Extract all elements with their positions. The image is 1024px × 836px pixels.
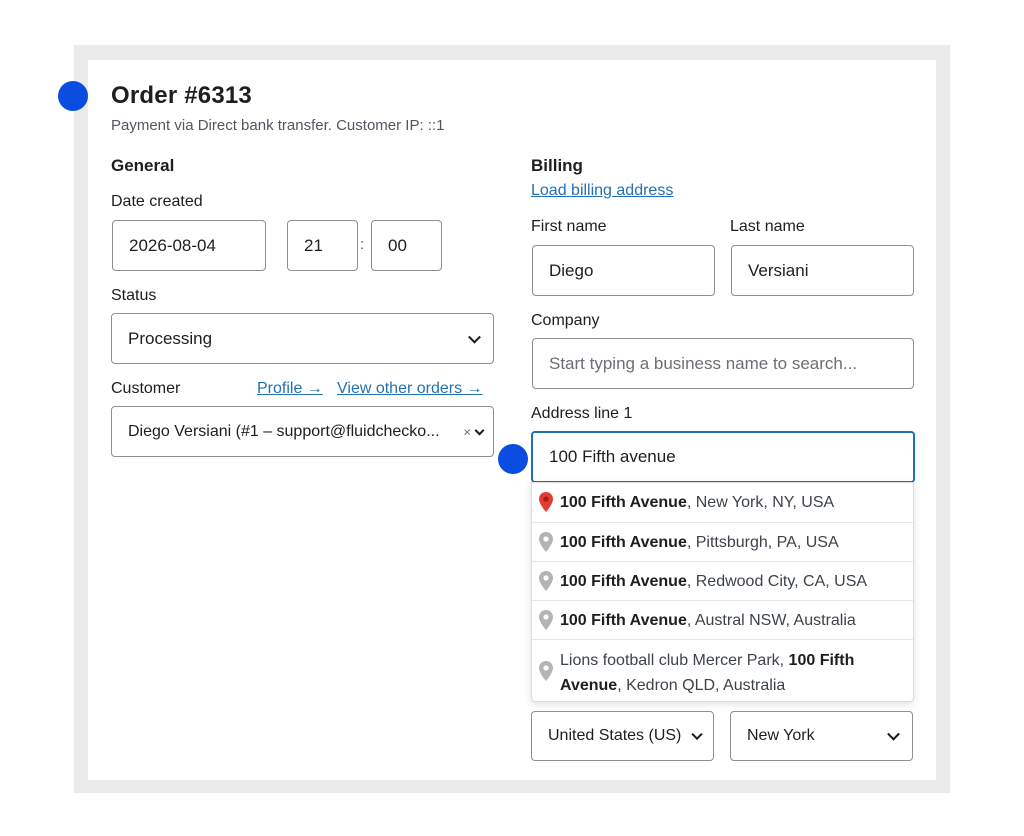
address-suggestions-dropdown: 100 Fifth Avenue, New York, NY, USA 100 … <box>531 482 914 702</box>
profile-link[interactable]: Profile → <box>257 380 323 398</box>
last-name-value: Versiani <box>748 260 809 280</box>
date-created-value: 2026-08-04 <box>129 235 216 255</box>
chevron-down-icon <box>691 728 703 741</box>
minute-value: 00 <box>388 235 407 255</box>
address-suggestion[interactable]: 100 Fifth Avenue, Austral NSW, Australia <box>532 600 913 639</box>
map-pin-icon <box>539 492 553 512</box>
address-line-1-label: Address line 1 <box>531 405 633 422</box>
suggestion-rest: , Kedron QLD, Australia <box>617 677 786 694</box>
first-name-label: First name <box>531 218 607 235</box>
suggestion-prefix: Lions football club Mercer Park, <box>560 652 789 669</box>
address-suggestion[interactable]: Lions football club Mercer Park, 100 Fif… <box>532 639 913 703</box>
hour-value: 21 <box>304 235 323 255</box>
suggestion-text: 100 Fifth Avenue, Pittsburgh, PA, USA <box>560 530 903 555</box>
customer-value: Diego Versiani (#1 – support@fluidchecko… <box>128 422 440 440</box>
suggestion-rest: , Austral NSW, Australia <box>686 612 856 629</box>
last-name-label: Last name <box>730 218 805 235</box>
address-line-1-value: 100 Fifth avenue <box>549 447 676 466</box>
page-title: Order #6313 <box>111 82 252 109</box>
first-name-value: Diego <box>549 260 594 280</box>
load-billing-address-link[interactable]: Load billing address <box>531 182 673 200</box>
country-value: United States (US) <box>548 727 682 744</box>
customer-label: Customer <box>111 380 181 397</box>
date-created-input[interactable]: 2026-08-04 <box>112 220 266 271</box>
chevron-down-icon <box>887 727 900 741</box>
status-value: Processing <box>128 328 213 348</box>
status-label: Status <box>111 287 157 304</box>
map-pin-shape <box>539 532 553 552</box>
time-separator: : <box>360 236 365 253</box>
view-other-orders-link[interactable]: View other orders → <box>337 380 483 398</box>
map-pin-shape <box>539 661 553 681</box>
state-select[interactable]: New York <box>730 711 913 761</box>
suggestion-text: 100 Fifth Avenue, New York, NY, USA <box>560 490 903 515</box>
chevron-down-icon <box>468 330 481 344</box>
suggestion-text: Lions football club Mercer Park, 100 Fif… <box>560 648 903 698</box>
address-line-1-input[interactable]: 100 Fifth avenue <box>531 431 915 483</box>
suggestion-match: 100 Fifth Avenue <box>560 612 687 629</box>
address-suggestion[interactable]: 100 Fifth Avenue, New York, NY, USA <box>532 483 913 522</box>
map-pin-shape <box>539 492 553 512</box>
suggestion-text: 100 Fifth Avenue, Austral NSW, Australia <box>560 608 903 633</box>
suggestion-rest: , New York, NY, USA <box>686 494 835 511</box>
address-suggestion[interactable]: 100 Fifth Avenue, Pittsburgh, PA, USA <box>532 522 913 561</box>
suggestion-rest: , Redwood City, CA, USA <box>686 573 868 590</box>
customer-select[interactable]: Diego Versiani (#1 – support@fluidchecko… <box>111 406 494 457</box>
last-name-input[interactable]: Versiani <box>731 245 914 296</box>
chevron-down-icon <box>474 425 485 436</box>
country-select[interactable]: United States (US) <box>531 711 714 761</box>
state-value: New York <box>747 727 815 744</box>
address-suggestion[interactable]: 100 Fifth Avenue, Redwood City, CA, USA <box>532 561 913 600</box>
map-pin-shape <box>539 571 553 591</box>
highlight-marker-dot <box>58 81 88 111</box>
map-pin-icon <box>539 610 553 630</box>
company-placeholder: Start typing a business name to search..… <box>549 353 858 373</box>
highlight-marker-dot <box>498 444 528 474</box>
map-pin-icon <box>539 532 553 552</box>
clear-customer-icon[interactable]: × <box>463 424 471 439</box>
first-name-input[interactable]: Diego <box>532 245 715 296</box>
date-created-label: Date created <box>111 193 203 210</box>
map-pin-shape <box>539 610 553 630</box>
suggestion-match: 100 Fifth Avenue <box>560 573 687 590</box>
map-pin-icon <box>539 571 553 591</box>
general-heading: General <box>111 156 175 175</box>
billing-heading: Billing <box>531 156 583 175</box>
map-pin-icon <box>539 661 553 681</box>
hour-input[interactable]: 21 <box>287 220 358 271</box>
suggestion-rest: , Pittsburgh, PA, USA <box>686 534 839 551</box>
company-label: Company <box>531 312 600 329</box>
status-select[interactable]: Processing <box>111 313 494 364</box>
minute-input[interactable]: 00 <box>371 220 442 271</box>
suggestion-text: 100 Fifth Avenue, Redwood City, CA, USA <box>560 569 903 594</box>
order-subtitle: Payment via Direct bank transfer. Custom… <box>111 117 445 134</box>
company-input[interactable]: Start typing a business name to search..… <box>532 338 914 389</box>
suggestion-match: 100 Fifth Avenue <box>560 494 687 511</box>
suggestion-match: 100 Fifth Avenue <box>560 534 687 551</box>
